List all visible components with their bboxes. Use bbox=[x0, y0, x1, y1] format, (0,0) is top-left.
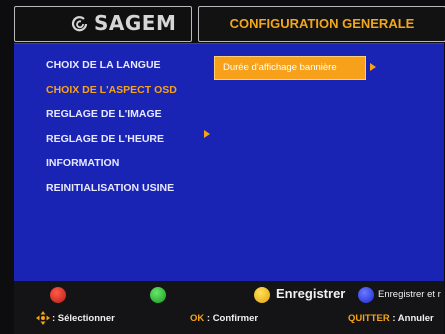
save-button-label: Enregistrer bbox=[276, 286, 346, 301]
footer: Enregistrer Enregistrer et r : Sélection… bbox=[14, 281, 444, 334]
menu-panel: CHOIX DE LA LANGUE CHOIX DE L'ASPECT OSD… bbox=[14, 43, 444, 282]
green-button-icon[interactable] bbox=[150, 287, 166, 303]
menu-item-factory-reset[interactable]: REINITIALISATION USINE bbox=[46, 181, 177, 206]
yellow-button-icon[interactable] bbox=[254, 287, 270, 303]
sagem-logo-icon bbox=[71, 16, 88, 32]
page-title: CONFIGURATION GENERALE bbox=[229, 16, 415, 31]
main-menu: CHOIX DE LA LANGUE CHOIX DE L'ASPECT OSD… bbox=[46, 58, 177, 205]
logo-text: SAGEM bbox=[94, 11, 177, 35]
hint-quit-text: : Annuler bbox=[392, 313, 434, 324]
header: SAGEM CONFIGURATION GENERALE bbox=[14, 6, 445, 42]
menu-item-information[interactable]: INFORMATION bbox=[46, 156, 177, 181]
submenu-item-label: Durée d'affichage bannière bbox=[223, 62, 337, 73]
blue-button-icon[interactable] bbox=[358, 287, 374, 303]
navigation-arrows-icon bbox=[36, 311, 50, 325]
menu-arrow-right-icon bbox=[204, 130, 210, 138]
submenu-item-banner-duration[interactable]: Durée d'affichage bannière bbox=[214, 56, 366, 80]
hint-cancel: QUITTER : Annuler bbox=[348, 313, 434, 324]
save-and-exit-button-label: Enregistrer et r bbox=[378, 289, 441, 300]
menu-item-image-settings[interactable]: REGLAGE DE L'IMAGE bbox=[46, 107, 177, 132]
title-box: CONFIGURATION GENERALE bbox=[198, 6, 445, 42]
hint-select: : Sélectionner bbox=[52, 313, 115, 324]
submenu-arrow-right-icon bbox=[370, 63, 376, 71]
hint-confirm: OK : Confirmer bbox=[190, 313, 258, 324]
hint-ok-key: OK bbox=[190, 313, 205, 324]
hint-select-text: : Sélectionner bbox=[52, 313, 115, 324]
menu-item-language[interactable]: CHOIX DE LA LANGUE bbox=[46, 58, 177, 83]
menu-item-osd-aspect[interactable]: CHOIX DE L'ASPECT OSD bbox=[46, 83, 177, 108]
logo-box: SAGEM bbox=[14, 6, 192, 42]
hint-quit-key: QUITTER bbox=[348, 313, 390, 324]
menu-item-time-settings[interactable]: REGLAGE DE L'HEURE bbox=[46, 132, 177, 157]
tv-screen: SAGEM CONFIGURATION GENERALE CHOIX DE LA… bbox=[0, 0, 445, 334]
red-button-icon[interactable] bbox=[50, 287, 66, 303]
hint-ok-text: : Confirmer bbox=[206, 313, 259, 324]
